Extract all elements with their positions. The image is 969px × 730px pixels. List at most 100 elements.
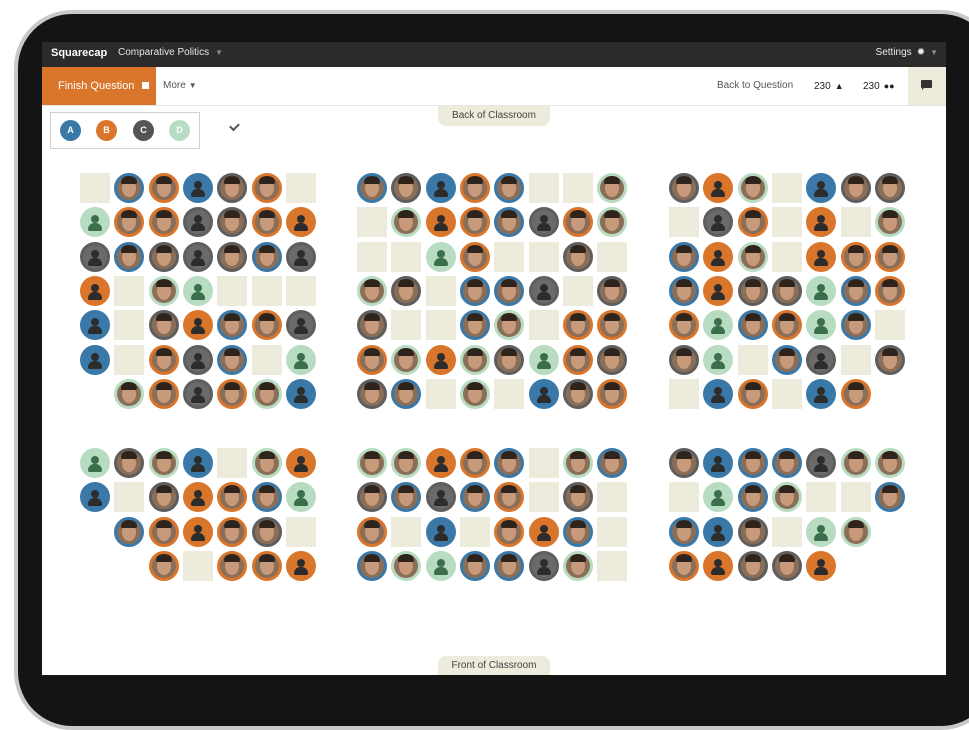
student-seat-b[interactable] <box>597 379 627 409</box>
finish-question-button[interactable]: Finish Question <box>42 67 156 105</box>
student-seat-c[interactable] <box>529 276 559 306</box>
student-seat-b[interactable] <box>563 345 593 375</box>
student-seat-a[interactable] <box>806 379 836 409</box>
student-seat-d[interactable] <box>286 482 316 512</box>
student-seat-d[interactable] <box>183 276 213 306</box>
student-seat-d[interactable] <box>391 448 421 478</box>
student-seat-c[interactable] <box>806 345 836 375</box>
student-seat-b[interactable] <box>149 173 179 203</box>
student-seat-a[interactable] <box>357 551 387 581</box>
student-seat-b[interactable] <box>669 310 699 340</box>
student-seat-d[interactable] <box>738 242 768 272</box>
student-seat-a[interactable] <box>875 482 905 512</box>
student-seat-d[interactable] <box>460 345 490 375</box>
student-seat-c[interactable] <box>529 551 559 581</box>
student-seat-d[interactable] <box>772 482 802 512</box>
student-seat-d[interactable] <box>426 551 456 581</box>
student-seat-a[interactable] <box>460 482 490 512</box>
student-seat-b[interactable] <box>806 551 836 581</box>
student-seat-b[interactable] <box>460 448 490 478</box>
student-seat-c[interactable] <box>841 173 871 203</box>
student-seat-a[interactable] <box>252 482 282 512</box>
student-seat-d[interactable] <box>149 448 179 478</box>
settings-menu[interactable]: Settings ✹ ▼ <box>876 47 938 58</box>
student-seat-a[interactable] <box>252 242 282 272</box>
student-seat-a[interactable] <box>841 276 871 306</box>
student-seat-a[interactable] <box>529 379 559 409</box>
student-seat-a[interactable] <box>114 517 144 547</box>
student-seat-d[interactable] <box>738 173 768 203</box>
student-seat-d[interactable] <box>563 551 593 581</box>
student-seat-b[interactable] <box>875 276 905 306</box>
student-seat-c[interactable] <box>391 173 421 203</box>
student-seat-a[interactable] <box>772 345 802 375</box>
student-seat-a[interactable] <box>494 551 524 581</box>
student-seat-a[interactable] <box>217 345 247 375</box>
brand-logo[interactable]: Squarecap <box>51 47 107 59</box>
student-seat-c[interactable] <box>875 173 905 203</box>
course-selector[interactable]: Comparative Politics ▼ <box>118 47 223 58</box>
student-seat-a[interactable] <box>738 448 768 478</box>
student-seat-c[interactable] <box>357 482 387 512</box>
student-seat-c[interactable] <box>669 345 699 375</box>
student-seat-a[interactable] <box>597 448 627 478</box>
student-seat-d[interactable] <box>80 207 110 237</box>
student-seat-d[interactable] <box>80 448 110 478</box>
student-seat-b[interactable] <box>563 207 593 237</box>
student-seat-c[interactable] <box>563 242 593 272</box>
student-seat-c[interactable] <box>217 173 247 203</box>
student-seat-a[interactable] <box>563 517 593 547</box>
student-seat-c[interactable] <box>563 482 593 512</box>
student-seat-d[interactable] <box>597 173 627 203</box>
student-seat-b[interactable] <box>563 310 593 340</box>
student-seat-a[interactable] <box>183 448 213 478</box>
student-seat-c[interactable] <box>875 345 905 375</box>
student-seat-c[interactable] <box>391 276 421 306</box>
student-seat-a[interactable] <box>494 173 524 203</box>
student-seat-c[interactable] <box>114 448 144 478</box>
student-seat-d[interactable] <box>391 551 421 581</box>
student-seat-d[interactable] <box>494 310 524 340</box>
student-seat-c[interactable] <box>183 242 213 272</box>
student-seat-b[interactable] <box>703 551 733 581</box>
student-seat-b[interactable] <box>183 517 213 547</box>
student-seat-a[interactable] <box>183 173 213 203</box>
student-seat-d[interactable] <box>806 276 836 306</box>
student-seat-a[interactable] <box>703 379 733 409</box>
student-seat-a[interactable] <box>738 310 768 340</box>
student-seat-b[interactable] <box>286 448 316 478</box>
more-menu-button[interactable]: More ▼ <box>163 67 197 105</box>
student-seat-b[interactable] <box>252 173 282 203</box>
legend-d[interactable]: D <box>169 120 190 141</box>
student-seat-d[interactable] <box>357 276 387 306</box>
student-seat-b[interactable] <box>703 173 733 203</box>
student-seat-b[interactable] <box>597 310 627 340</box>
student-seat-d[interactable] <box>841 448 871 478</box>
student-seat-c[interactable] <box>80 242 110 272</box>
student-seat-c[interactable] <box>149 242 179 272</box>
student-seat-a[interactable] <box>494 207 524 237</box>
legend-b[interactable]: B <box>96 120 117 141</box>
student-seat-b[interactable] <box>217 482 247 512</box>
student-seat-b[interactable] <box>460 242 490 272</box>
student-seat-c[interactable] <box>357 310 387 340</box>
student-seat-c[interactable] <box>738 276 768 306</box>
student-seat-c[interactable] <box>738 517 768 547</box>
student-seat-c[interactable] <box>772 276 802 306</box>
student-seat-d[interactable] <box>703 345 733 375</box>
student-seat-b[interactable] <box>841 379 871 409</box>
legend-c[interactable]: C <box>133 120 240 141</box>
student-seat-a[interactable] <box>357 173 387 203</box>
student-seat-a[interactable] <box>669 242 699 272</box>
student-seat-d[interactable] <box>806 517 836 547</box>
student-seat-c[interactable] <box>529 207 559 237</box>
student-seat-c[interactable] <box>183 345 213 375</box>
student-seat-d[interactable] <box>563 448 593 478</box>
student-seat-c[interactable] <box>357 379 387 409</box>
student-seat-a[interactable] <box>669 517 699 547</box>
student-seat-d[interactable] <box>460 379 490 409</box>
student-seat-b[interactable] <box>217 517 247 547</box>
student-seat-b[interactable] <box>738 207 768 237</box>
student-seat-b[interactable] <box>114 207 144 237</box>
student-seat-c[interactable] <box>806 448 836 478</box>
